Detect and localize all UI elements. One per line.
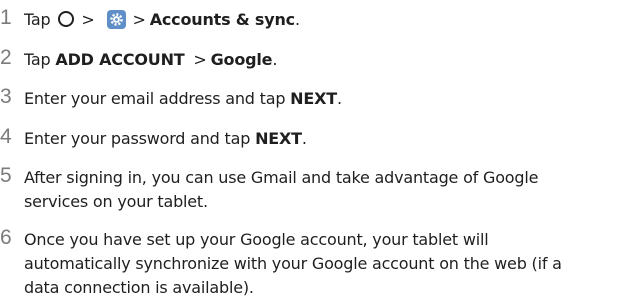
step-number: 1: [0, 6, 12, 29]
next-label: NEXT: [290, 89, 337, 108]
instruction-steps: 1 Tap > > Accounts & sync. 2 Tap ADD ACCO…: [0, 0, 629, 303]
step-text: After signing in, you can use Gmail and …: [24, 168, 539, 211]
step-text: Tap ADD ACCOUNT > Google.: [24, 50, 278, 69]
step-text: Tap > > Accounts & sync.: [24, 9, 300, 29]
step-number: 2: [0, 46, 12, 69]
step-number: 5: [0, 164, 12, 187]
home-icon: [58, 11, 75, 27]
add-account-label: ADD ACCOUNT: [55, 50, 185, 69]
step-text: Once you have set up your Google account…: [24, 230, 562, 297]
step-number: 3: [0, 85, 12, 108]
google-label: Google: [210, 50, 273, 69]
menu-path-accounts: Accounts & sync: [149, 10, 295, 29]
next-label: NEXT: [255, 129, 302, 148]
step-text: Enter your email address and tap NEXT.: [24, 89, 342, 108]
step-text: Enter your password and tap NEXT.: [24, 129, 307, 148]
settings-gear-icon: [106, 9, 126, 29]
step-number: 6: [0, 226, 12, 249]
step-number: 4: [0, 125, 12, 148]
